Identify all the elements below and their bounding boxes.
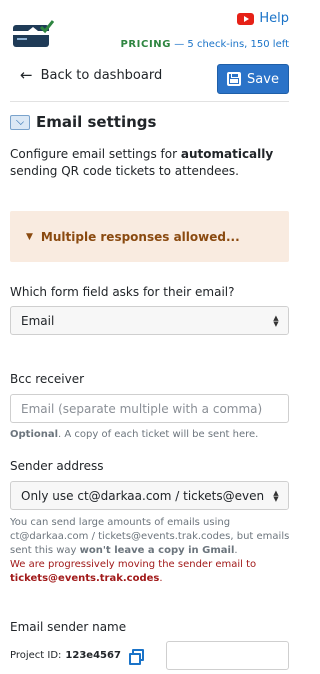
intro-bold: automatically [180, 147, 274, 161]
page-title: Email settings [36, 113, 157, 131]
back-to-dashboard-button[interactable]: ← Back to dashboard [20, 66, 163, 84]
pricing-detail: — 5 check-ins, 150 left [174, 39, 289, 50]
bcc-hint-bold: Optional [10, 429, 59, 440]
intro-text: Configure email settings for automatical… [10, 146, 290, 180]
email-icon [10, 114, 30, 130]
email-field-value: Email [21, 313, 55, 328]
bcc-label: Bcc receiver [10, 372, 85, 386]
sender-note-end: . [234, 545, 238, 556]
section-heading: Email settings [10, 113, 156, 131]
multiple-responses-accordion[interactable]: ▼ Multiple responses allowed... [10, 211, 289, 262]
accordion-label: Multiple responses allowed... [40, 229, 240, 244]
help-link[interactable]: Help [237, 11, 289, 26]
intro-suffix: sending QR code tickets to attendees. [10, 164, 239, 178]
sender-note-bold: won't leave a copy in Gmail [79, 545, 235, 556]
back-label: Back to dashboard [40, 68, 163, 83]
sender-label: Sender address [10, 459, 104, 473]
sender-name-input[interactable] [166, 641, 289, 670]
sender-address-select[interactable]: Only use ct@darkaa.com / tickets@events.… [10, 481, 289, 510]
select-arrows-icon: ▲ ▼ [264, 482, 288, 509]
save-label: Save [247, 71, 279, 87]
chevron-down-icon: ▼ [26, 231, 33, 242]
youtube-icon [237, 12, 255, 25]
bcc-hint: Optional. A copy of each ticket will be … [10, 429, 258, 440]
intro-prefix: Configure email settings for [10, 147, 181, 161]
pricing-link[interactable]: PRICING — 5 check-ins, 150 left [120, 39, 289, 50]
arrow-left-icon: ← [20, 66, 33, 84]
select-arrows-icon: ▲ ▼ [264, 307, 288, 334]
help-label: Help [259, 11, 289, 26]
bcc-input[interactable] [10, 394, 289, 423]
sender-warning-text: We are progressively moving the sender e… [10, 559, 257, 570]
ticket-logo-icon [13, 20, 54, 47]
project-id-label: Project ID: [10, 650, 62, 661]
copy-icon[interactable] [128, 649, 144, 665]
sender-note: You can send large amounts of emails usi… [10, 516, 290, 586]
project-id-value: 123e4567 [65, 650, 121, 661]
sender-name-label: Email sender name [10, 620, 127, 634]
pricing-label: PRICING [120, 39, 172, 50]
save-button[interactable]: Save [217, 64, 289, 94]
divider [10, 101, 289, 102]
sender-warning-end: . [159, 573, 163, 584]
project-id: Project ID: 123e4567 [10, 649, 144, 665]
email-field-label: Which form field asks for their email? [10, 285, 235, 299]
bcc-hint-rest: . A copy of each ticket will be sent her… [58, 429, 259, 440]
email-field-select[interactable]: Email ▲ ▼ [10, 306, 289, 335]
floppy-disk-icon [227, 72, 242, 86]
sender-warning-email: tickets@events.trak.codes [10, 573, 160, 584]
sender-warning: We are progressively moving the sender e… [10, 559, 256, 584]
sender-address-value: Only use ct@darkaa.com / tickets@events.… [21, 488, 288, 503]
